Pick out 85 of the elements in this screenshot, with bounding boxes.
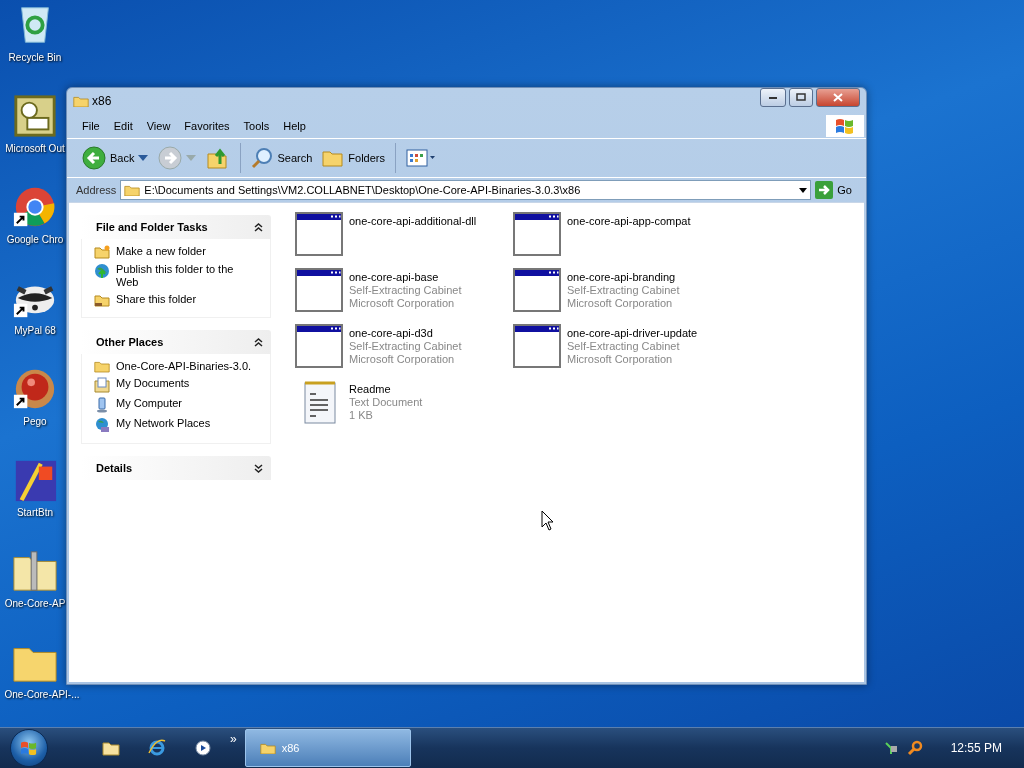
address-label: Address	[76, 184, 117, 196]
window-title: x86	[92, 94, 113, 108]
icon-label: One-Core-AP	[4, 598, 66, 609]
icon-label: MyPal 68	[14, 325, 56, 336]
network-icon[interactable]	[882, 740, 899, 756]
file-type: Self-Extracting Cabinet	[567, 284, 680, 297]
mouse-cursor-icon	[541, 510, 554, 531]
task-link[interactable]: My Documents	[116, 377, 256, 390]
dropdown-caret-icon	[799, 187, 808, 193]
shared-folder-icon	[94, 293, 110, 307]
program-window-icon	[513, 324, 561, 368]
minimize-button[interactable]	[760, 87, 786, 107]
computer-icon	[94, 397, 110, 413]
menu-item[interactable]: Tools	[236, 120, 277, 132]
menu-item[interactable]: Favorites	[177, 120, 237, 132]
start-button[interactable]	[10, 729, 48, 767]
task-link[interactable]: My Network Places	[116, 417, 256, 430]
folders-icon	[322, 149, 345, 167]
file-type: Self-Extracting Cabinet	[567, 340, 681, 353]
more-chevron[interactable]: »	[230, 732, 237, 746]
minimize-icon	[769, 95, 777, 99]
address-field[interactable]: E:\Documents and Settings\VM2.COLLABNET\Desktop\One-Core-API-Binaries-3.0.3\x86	[120, 180, 812, 200]
icon-label: Microsoft Out	[5, 143, 65, 154]
folder-icon	[124, 183, 141, 197]
close-button[interactable]	[816, 87, 860, 107]
file-name[interactable]: one-core-api-base	[349, 271, 462, 284]
icon-label: Google Chro	[6, 234, 64, 245]
file-name[interactable]: Readme	[349, 383, 423, 396]
file-name[interactable]: one-core-api-d3d	[349, 327, 462, 340]
views-icon	[406, 149, 436, 167]
file-name[interactable]: one-core-api-branding	[567, 271, 680, 284]
file-type: Text Document	[349, 396, 423, 409]
file-company: Microsoft Corporation	[349, 297, 456, 310]
program-window-icon	[513, 212, 561, 256]
file-company: Microsoft Corporation	[349, 353, 456, 366]
go-arrow-icon	[815, 181, 834, 199]
network-globe-icon	[94, 417, 110, 433]
task-link[interactable]: One-Core-API-Binaries-3.0.	[116, 360, 256, 373]
program-window-icon	[295, 212, 343, 256]
file-type: Self-Extracting Cabinet	[349, 340, 462, 353]
file-size: 1 KB	[349, 409, 374, 422]
menu-item[interactable]: File	[75, 120, 107, 132]
task-link[interactable]: My Computer	[116, 397, 256, 410]
folder-icon	[94, 360, 110, 373]
dropdown-caret-icon	[186, 155, 197, 161]
program-window-icon	[295, 324, 343, 368]
program-window-icon	[513, 268, 561, 312]
file-company: Microsoft Corporation	[567, 353, 674, 366]
icon-label: StartBtn	[16, 507, 54, 518]
media-player-icon[interactable]	[194, 739, 212, 757]
file-name[interactable]: one-core-api-driver-update	[567, 327, 698, 340]
task-link[interactable]: Make a new folder	[116, 245, 256, 258]
icon-label: Pego	[23, 416, 47, 427]
menu-item[interactable]: View	[139, 120, 178, 132]
file-company: Microsoft Corporation	[567, 297, 674, 310]
task-link[interactable]: Share this folder	[116, 293, 256, 306]
menu-item[interactable]: Edit	[106, 120, 140, 132]
search-button[interactable]: Search	[248, 147, 316, 169]
folder-icon	[259, 741, 276, 755]
browser-e-icon[interactable]	[148, 739, 166, 757]
menu-item[interactable]: Help	[276, 120, 313, 132]
go-button[interactable]: Go	[815, 181, 862, 199]
program-window-icon	[295, 268, 343, 312]
folders-button[interactable]: Folders	[319, 149, 388, 167]
folder-icon	[73, 94, 89, 108]
clock: 12:55 PM	[950, 741, 1002, 755]
search-icon	[251, 147, 274, 169]
dropdown-caret-icon	[138, 155, 149, 161]
new-folder-icon	[94, 245, 110, 259]
file-name[interactable]: one-core-api-app-compat	[567, 215, 691, 228]
file-type: Self-Extracting Cabinet	[349, 284, 462, 297]
task-link[interactable]: Publish this folder to the Web	[116, 263, 256, 289]
documents-icon	[94, 377, 110, 393]
icon-label: Recycle Bin	[8, 52, 62, 63]
search-icon[interactable]	[906, 740, 923, 756]
globe-icon	[94, 263, 110, 279]
maximize-icon	[796, 93, 806, 101]
windows-flag-icon	[20, 740, 38, 756]
close-icon	[833, 92, 843, 102]
windows-flag-icon	[835, 117, 855, 135]
maximize-button[interactable]	[789, 87, 813, 107]
back-button[interactable]: Back	[79, 146, 152, 170]
folder-icon[interactable]	[102, 740, 120, 756]
file-name[interactable]: one-core-api-additional-dll	[349, 215, 477, 228]
icon-label: One-Core-API-...	[4, 689, 80, 700]
